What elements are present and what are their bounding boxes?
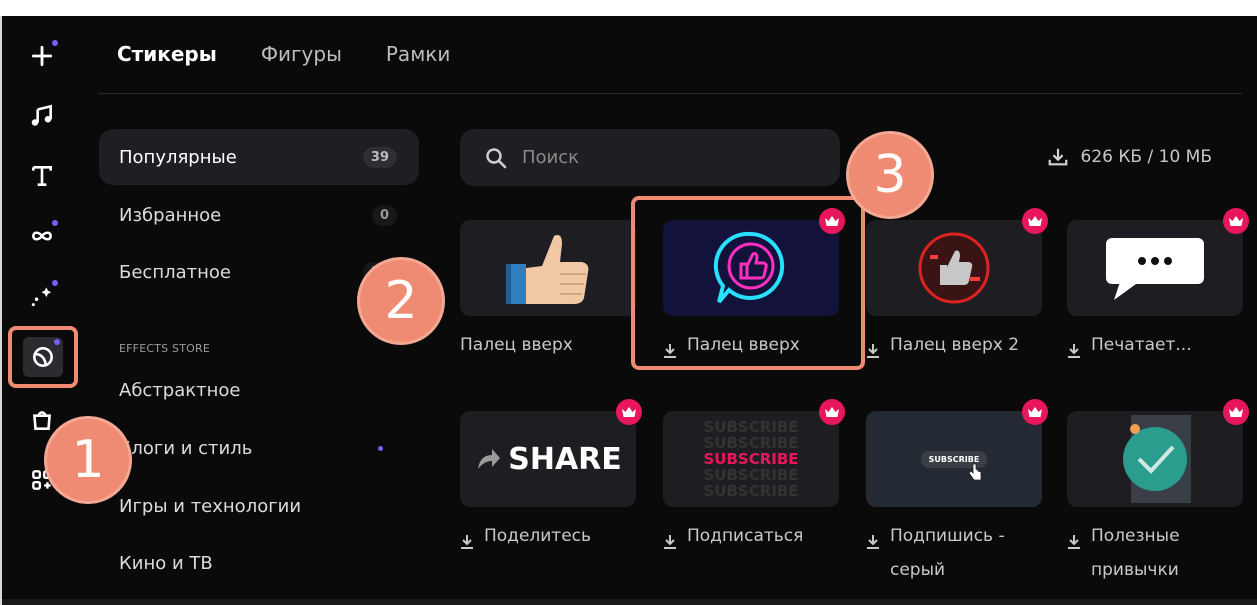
tab-stickers[interactable]: Стикеры <box>117 42 217 66</box>
effects-icon <box>31 287 52 307</box>
sticker-thumb-text: SHARE <box>508 441 622 477</box>
sticker-typing[interactable]: Печатает... <box>1067 208 1249 371</box>
tab-shapes[interactable]: Фигуры <box>261 42 342 66</box>
cursor-hand-icon <box>968 463 982 481</box>
sticker-label: Печатает... <box>1067 328 1243 371</box>
premium-crown-icon <box>1022 208 1048 234</box>
sticker-thumbs-up[interactable]: Палец вверх <box>460 220 636 362</box>
premium-crown-icon <box>1223 399 1249 425</box>
step-2-callout: 2 <box>357 257 445 345</box>
thumbs-up-icon <box>506 235 589 304</box>
premium-crown-icon <box>1223 208 1249 234</box>
category-label: Избранное <box>119 204 222 226</box>
sticker-thumbnail: SUBSCRIBE SUBSCRIBE SUBSCRIBE SUBSCRIBE … <box>663 411 839 507</box>
category-count: 39 <box>362 146 397 168</box>
neon-like-icon <box>713 231 785 304</box>
sticker-label: Палец вверх 2 <box>866 328 1042 371</box>
search-icon <box>486 147 507 168</box>
premium-crown-icon <box>819 208 845 234</box>
store-icon <box>33 411 51 430</box>
download-icon <box>663 337 677 371</box>
chat-bubble-icon <box>1106 238 1204 300</box>
sticker-thumbnail <box>866 220 1042 316</box>
premium-crown-icon <box>819 399 845 425</box>
glitch-like-icon <box>918 232 990 304</box>
category-label: Кино и ТВ <box>119 552 213 574</box>
text-button[interactable] <box>16 154 68 198</box>
sticker-thumbs-up-neon[interactable]: Палец вверх <box>663 208 845 371</box>
sticker-label: Подпишись - серый <box>866 519 1042 587</box>
download-icon <box>866 337 880 371</box>
tab-frames[interactable]: Рамки <box>386 42 450 66</box>
category-blogs-style[interactable]: Блоги и стиль <box>99 420 419 476</box>
category-label: Игры и технологии <box>119 495 302 517</box>
category-label: Абстрактное <box>119 379 241 401</box>
category-abstract[interactable]: Абстрактное <box>99 362 419 418</box>
sticker-thumbnail <box>460 220 636 316</box>
sticker-thumbnail: SHARE <box>460 411 636 507</box>
category-count: 0 <box>371 204 397 226</box>
storage-usage: 626 КБ / 10 МБ <box>1047 146 1212 168</box>
music-button[interactable] <box>16 94 68 138</box>
storage-text: 626 КБ / 10 МБ <box>1080 147 1212 167</box>
sticker-label: Палец вверх <box>663 328 839 371</box>
download-icon <box>1067 528 1081 562</box>
category-movies-tv[interactable]: Кино и ТВ <box>99 535 419 591</box>
download-icon <box>1048 148 1067 166</box>
search-input[interactable]: Поиск <box>460 129 840 186</box>
add-media-button[interactable] <box>16 34 68 78</box>
transitions-icon <box>32 231 52 241</box>
category-games-tech[interactable]: Игры и технологии <box>99 478 419 534</box>
text-icon <box>32 166 52 186</box>
category-label: Блоги и стиль <box>119 437 253 459</box>
checkmark-circle-icon <box>1123 415 1191 503</box>
stickers-panel: Стикеры Фигуры Рамки Популярные 39 Избра… <box>0 16 1257 605</box>
new-dot <box>378 445 383 451</box>
sticker-thumbnail: SUBSCRIBE <box>866 411 1042 507</box>
tabs-divider <box>98 93 1242 94</box>
music-icon <box>31 104 52 126</box>
sticker-thumbs-up-2[interactable]: Палец вверх 2 <box>866 208 1048 371</box>
sticker-thumbnail <box>663 220 839 316</box>
sticker-good-habits[interactable]: Полезные привычки <box>1067 399 1249 587</box>
download-icon <box>866 528 880 562</box>
sticker-label: Подписаться <box>663 519 839 562</box>
sticker-tabs: Стикеры Фигуры Рамки <box>117 42 450 66</box>
download-icon <box>460 528 474 562</box>
step-1-callout: 1 <box>44 416 132 504</box>
sticker-share[interactable]: SHARE Поделитесь <box>460 399 642 562</box>
sticker-subscribe[interactable]: SUBSCRIBE SUBSCRIBE SUBSCRIBE SUBSCRIBE … <box>663 399 845 562</box>
effects-button[interactable] <box>16 274 68 318</box>
sticker-thumbnail <box>1067 411 1243 507</box>
transitions-button[interactable] <box>16 214 68 258</box>
step-3-callout: 3 <box>846 131 934 219</box>
search-placeholder: Поиск <box>522 147 580 168</box>
category-popular[interactable]: Популярные 39 <box>99 129 419 185</box>
category-label: Бесплатное <box>119 261 231 283</box>
sticker-label: Полезные привычки <box>1067 519 1243 587</box>
left-rail <box>2 16 82 605</box>
download-icon <box>663 528 677 562</box>
download-icon <box>1067 337 1081 371</box>
effects-store-label: EFFECTS STORE <box>119 342 210 355</box>
sticker-label: Поделитесь <box>460 519 636 562</box>
premium-crown-icon <box>1022 399 1048 425</box>
add-icon <box>31 45 53 67</box>
premium-crown-icon <box>616 399 642 425</box>
category-favorites[interactable]: Избранное 0 <box>99 187 419 243</box>
sticker-label: Палец вверх <box>460 335 573 355</box>
sticker-subscribe-gray[interactable]: SUBSCRIBE Подпишись - серый <box>866 399 1048 587</box>
stickers-icon <box>33 347 53 367</box>
sticker-thumbnail <box>1067 220 1243 316</box>
stickers-button[interactable] <box>12 330 74 384</box>
category-label: Популярные <box>119 146 237 168</box>
bottom-strip <box>2 599 1257 605</box>
share-arrow-icon <box>478 449 501 469</box>
